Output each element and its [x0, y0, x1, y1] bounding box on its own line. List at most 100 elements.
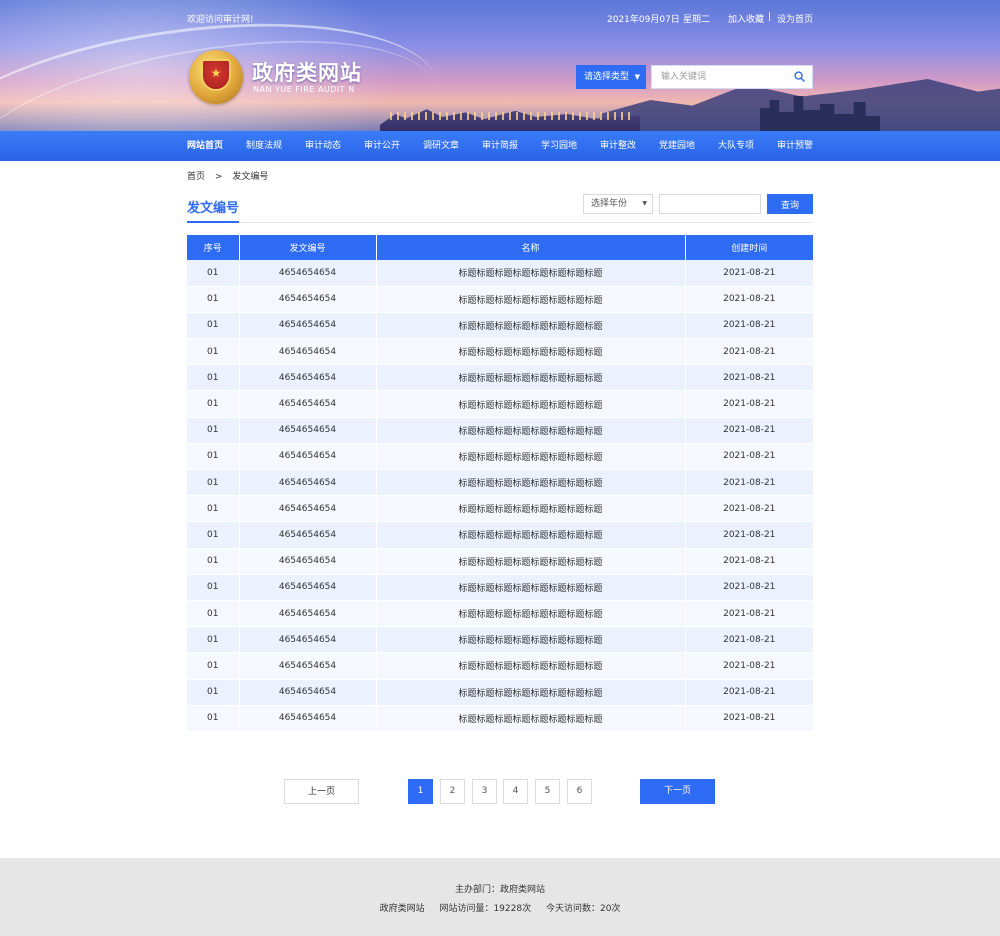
cell-created: 2021-08-21	[685, 548, 813, 575]
cell-doc-number: 4654654654	[239, 390, 377, 418]
set-home-link[interactable]: 设为首页	[777, 12, 813, 25]
nav-item-learning[interactable]: 学习园地	[541, 131, 577, 161]
cell-created: 2021-08-21	[685, 495, 813, 523]
cell-index: 01	[187, 260, 240, 287]
cell-index: 01	[187, 443, 240, 471]
next-page-button[interactable]: 下一页	[640, 779, 715, 804]
cell-name: 标题标题标题标题标题标题标题标题	[376, 574, 686, 601]
caret-down-icon: ▼	[642, 200, 647, 207]
cell-created: 2021-08-21	[685, 574, 813, 601]
page-button-3[interactable]: 3	[472, 779, 497, 804]
table-header-row: 序号 发文编号 名称 创建时间	[187, 235, 813, 260]
cell-index: 01	[187, 548, 240, 575]
weekday-text: 星期二	[683, 15, 711, 25]
table-row: 01 4654654654 标题标题标题标题标题标题标题标题 2021-08-21	[187, 364, 813, 392]
page-button-5[interactable]: 5	[535, 779, 560, 804]
main-nav: 网站首页 制度法规 审计动态 审计公开 调研文章 审计简报 学习园地 审计整改 …	[0, 131, 1000, 161]
cell-name: 标题标题标题标题标题标题标题标题	[376, 548, 686, 575]
nav-item-rectification[interactable]: 审计整改	[600, 131, 636, 161]
cell-doc-number: 4654654654	[239, 652, 377, 680]
cell-name: 标题标题标题标题标题标题标题标题	[376, 679, 686, 706]
footer: 主办部门：政府类网站 政府类网站 网站访问量：19228次 今天访问数：20次	[0, 858, 1000, 936]
cell-created: 2021-08-21	[685, 390, 813, 418]
table-row: 01 4654654654 标题标题标题标题标题标题标题标题 2021-08-21	[187, 600, 813, 628]
footer-total-visits: 网站访问量：19228次	[439, 904, 532, 914]
cell-created: 2021-08-21	[685, 443, 813, 471]
cell-created: 2021-08-21	[685, 338, 813, 366]
cell-doc-number: 4654654654	[239, 364, 377, 392]
cell-index: 01	[187, 626, 240, 654]
cell-name: 标题标题标题标题标题标题标题标题	[376, 260, 686, 287]
cell-name: 标题标题标题标题标题标题标题标题	[376, 469, 686, 497]
breadcrumb-home[interactable]: 首页	[187, 172, 205, 182]
year-select[interactable]: 选择年份 ▼	[583, 194, 653, 214]
query-input[interactable]	[659, 194, 761, 214]
nav-item-audit-public[interactable]: 审计公开	[364, 131, 400, 161]
cell-created: 2021-08-21	[685, 286, 813, 313]
cell-name: 标题标题标题标题标题标题标题标题	[376, 705, 686, 732]
cell-name: 标题标题标题标题标题标题标题标题	[376, 495, 686, 523]
cell-name: 标题标题标题标题标题标题标题标题	[376, 338, 686, 366]
nav-item-briefing[interactable]: 审计简报	[482, 131, 518, 161]
cell-doc-number: 4654654654	[239, 548, 377, 575]
prev-page-button[interactable]: 上一页	[284, 779, 359, 804]
footer-site-name: 政府类网站	[379, 904, 425, 914]
add-favorite-link[interactable]: 加入收藏	[728, 12, 764, 25]
cell-created: 2021-08-21	[685, 364, 813, 392]
table-row: 01 4654654654 标题标题标题标题标题标题标题标题 2021-08-21	[187, 390, 813, 418]
nav-item-home[interactable]: 网站首页	[187, 131, 223, 161]
cell-created: 2021-08-21	[685, 260, 813, 287]
cell-name: 标题标题标题标题标题标题标题标题	[376, 652, 686, 680]
police-emblem-logo: ★	[189, 50, 243, 104]
table-row: 01 4654654654 标题标题标题标题标题标题标题标题 2021-08-21	[187, 312, 813, 340]
breadcrumb-separator: >	[214, 172, 223, 182]
cell-created: 2021-08-21	[685, 626, 813, 654]
page-button-1[interactable]: 1	[408, 779, 433, 804]
search-icon[interactable]	[794, 71, 805, 82]
footer-sponsor: 主办部门：政府类网站	[454, 885, 545, 895]
cell-doc-number: 4654654654	[239, 495, 377, 523]
page-button-6[interactable]: 6	[567, 779, 592, 804]
table-row: 01 4654654654 标题标题标题标题标题标题标题标题 2021-08-21	[187, 338, 813, 366]
cell-doc-number: 4654654654	[239, 260, 377, 287]
star-icon: ★	[210, 66, 222, 80]
search-type-select[interactable]: 请选择类型 ▼	[576, 65, 646, 89]
table-row: 01 4654654654 标题标题标题标题标题标题标题标题 2021-08-21	[187, 705, 813, 732]
search-input[interactable]	[652, 66, 787, 88]
cell-index: 01	[187, 364, 240, 392]
cell-doc-number: 4654654654	[239, 469, 377, 497]
table-row: 01 4654654654 标题标题标题标题标题标题标题标题 2021-08-21	[187, 260, 813, 287]
cell-doc-number: 4654654654	[239, 521, 377, 549]
table-row: 01 4654654654 标题标题标题标题标题标题标题标题 2021-08-21	[187, 679, 813, 706]
cell-created: 2021-08-21	[685, 312, 813, 340]
emblem-shield: ★	[201, 59, 231, 91]
footer-today-visits: 今天访问数：20次	[545, 904, 621, 914]
table-row: 01 4654654654 标题标题标题标题标题标题标题标题 2021-08-21	[187, 548, 813, 575]
nav-item-regulations[interactable]: 制度法规	[246, 131, 282, 161]
column-header-index: 序号	[187, 235, 240, 260]
breadcrumb: 首页 > 发文编号	[187, 169, 275, 182]
nav-item-research[interactable]: 调研文章	[423, 131, 459, 161]
cell-doc-number: 4654654654	[239, 705, 377, 732]
cell-doc-number: 4654654654	[239, 443, 377, 471]
cell-doc-number: 4654654654	[239, 574, 377, 601]
page-button-4[interactable]: 4	[503, 779, 528, 804]
query-button[interactable]: 查询	[767, 194, 813, 214]
cell-name: 标题标题标题标题标题标题标题标题	[376, 417, 686, 444]
nav-item-warning[interactable]: 审计预警	[777, 131, 813, 161]
cell-name: 标题标题标题标题标题标题标题标题	[376, 364, 686, 392]
cell-index: 01	[187, 574, 240, 601]
cell-index: 01	[187, 312, 240, 340]
table-row: 01 4654654654 标题标题标题标题标题标题标题标题 2021-08-21	[187, 417, 813, 444]
cell-doc-number: 4654654654	[239, 312, 377, 340]
cell-name: 标题标题标题标题标题标题标题标题	[376, 390, 686, 418]
nav-item-special[interactable]: 大队专项	[718, 131, 754, 161]
table-row: 01 4654654654 标题标题标题标题标题标题标题标题 2021-08-21	[187, 626, 813, 654]
table-row: 01 4654654654 标题标题标题标题标题标题标题标题 2021-08-21	[187, 521, 813, 549]
nav-item-audit-news[interactable]: 审计动态	[305, 131, 341, 161]
top-bar: 欢迎访问审计网! 2021年09月07日 星期二 加入收藏 | 设为首页	[187, 12, 813, 26]
cell-doc-number: 4654654654	[239, 417, 377, 444]
nav-item-party[interactable]: 党建园地	[659, 131, 695, 161]
column-header-created: 创建时间	[685, 235, 813, 260]
page-button-2[interactable]: 2	[440, 779, 465, 804]
